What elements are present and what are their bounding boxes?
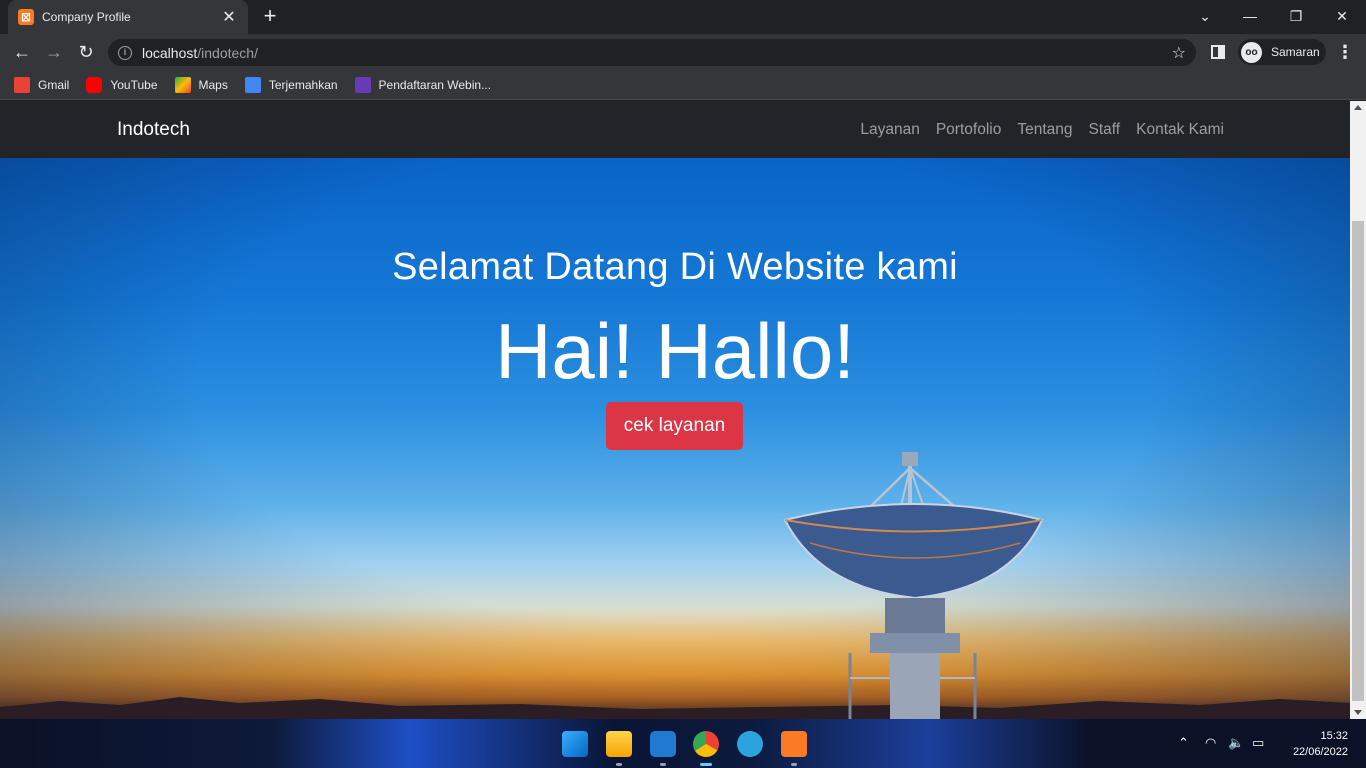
satellite-dish-image [783,452,1044,719]
system-clock[interactable]: 15:32 22/06/2022 [1293,728,1348,760]
telegram-icon[interactable] [737,731,763,757]
tab-company-profile[interactable]: ⊠ Company Profile ✕ [8,0,248,34]
nav-link-staff[interactable]: Staff [1089,121,1121,139]
hero-title: Hai! Hallo! [495,307,855,395]
translate-icon [244,76,261,93]
forward-icon[interactable]: → [42,41,66,63]
new-tab-button[interactable]: + [259,5,281,27]
active-indicator [700,763,712,766]
chrome-menu-icon[interactable]: ⋮ [1336,42,1354,63]
reload-icon[interactable]: ↻ [74,41,98,63]
tab-title: Company Profile [42,10,131,24]
back-icon[interactable]: ← [10,41,34,63]
cek-layanan-button[interactable]: cek layanan [606,402,743,450]
bookmark-star-icon[interactable]: ☆ [1172,43,1186,63]
bookmark-label: Terjemahkan [268,77,338,92]
windows-start-icon[interactable] [562,731,588,757]
file-explorer-icon[interactable] [606,731,632,757]
volume-icon[interactable]: 🔈 [1228,735,1244,751]
url-host: localhost [142,44,198,61]
side-panel-icon[interactable] [1211,45,1225,59]
xampp-icon[interactable] [781,731,807,757]
scroll-up-arrow-icon[interactable] [1354,105,1362,110]
browser-toolbar: ← → ↻ i localhost/indotech/ ☆ oo Samaran… [0,34,1366,70]
nav-link-layanan[interactable]: Layanan [860,121,919,139]
bookmark-gmail[interactable]: Gmail [14,76,70,93]
running-indicator [791,763,797,766]
site-navbar: Indotech Layanan Portofolio Tentang Staf… [0,101,1350,158]
bookmark-label: YouTube [110,77,158,92]
tab-search-icon[interactable]: ⌄ [1183,4,1227,28]
gmail-icon [14,76,30,93]
scroll-down-arrow-icon[interactable] [1354,710,1362,715]
address-bar[interactable]: i localhost/indotech/ ☆ [108,39,1196,66]
incognito-avatar-icon: oo [1241,41,1262,63]
clock-time: 15:32 [1320,730,1348,742]
nav-link-tentang[interactable]: Tentang [1017,121,1072,139]
nav-link-kontak[interactable]: Kontak Kami [1136,121,1224,139]
windows-taskbar: ⌃ ◠ 🔈 ▭ 15:32 22/06/2022 [0,719,1366,768]
bookmark-youtube[interactable]: YouTube [86,76,158,93]
scroll-thumb[interactable] [1352,221,1364,701]
nav-links: Layanan Portofolio Tentang Staff Kontak … [844,121,1224,139]
wifi-icon[interactable]: ◠ [1205,735,1216,751]
bookmark-maps[interactable]: Maps [174,76,228,93]
close-window-icon[interactable]: ✕ [1320,4,1364,28]
page-scrollbar[interactable] [1350,101,1366,719]
xampp-favicon-icon: ⊠ [18,9,34,25]
nav-link-portofolio[interactable]: Portofolio [936,121,1001,139]
site-info-icon[interactable]: i [118,45,132,60]
profile-name: Samaran [1271,45,1320,59]
minimize-icon[interactable]: — [1228,4,1272,28]
url-path: /indotech/ [197,44,258,61]
youtube-icon [86,76,103,93]
restore-icon[interactable]: ❐ [1274,4,1318,28]
bookmark-label: Maps [198,77,228,92]
running-indicator [616,763,622,766]
chrome-icon[interactable] [693,731,719,757]
battery-icon[interactable]: ▭ [1252,735,1264,751]
running-indicator [660,763,666,766]
clock-date: 22/06/2022 [1292,746,1348,758]
hero-section: Selamat Datang Di Website kami Hai! Hall… [0,158,1350,719]
profile-button[interactable]: oo Samaran [1238,39,1326,65]
bookmark-translate[interactable]: Terjemahkan [244,76,338,93]
maps-icon [174,76,191,93]
forms-icon [354,76,371,93]
close-tab-icon[interactable]: ✕ [220,7,238,27]
bookmark-forms[interactable]: Pendaftaran Webin... [354,76,492,93]
bookmark-label: Pendaftaran Webin... [378,77,492,92]
mountains-silhouette [0,697,1350,719]
tray-overflow-icon[interactable]: ⌃ [1178,735,1189,751]
hero-subtitle: Selamat Datang Di Website kami [392,246,958,288]
bookmark-label: Gmail [38,77,70,92]
page-viewport: Indotech Layanan Portofolio Tentang Staf… [0,101,1350,719]
tab-strip: ⊠ Company Profile ✕ + ⌄ — ❐ ✕ [0,0,1366,34]
bookmarks-bar: Gmail YouTube Maps Terjemahkan Pendaftar… [0,70,1366,100]
site-brand[interactable]: Indotech [117,119,190,141]
vscode-icon[interactable] [650,731,676,757]
